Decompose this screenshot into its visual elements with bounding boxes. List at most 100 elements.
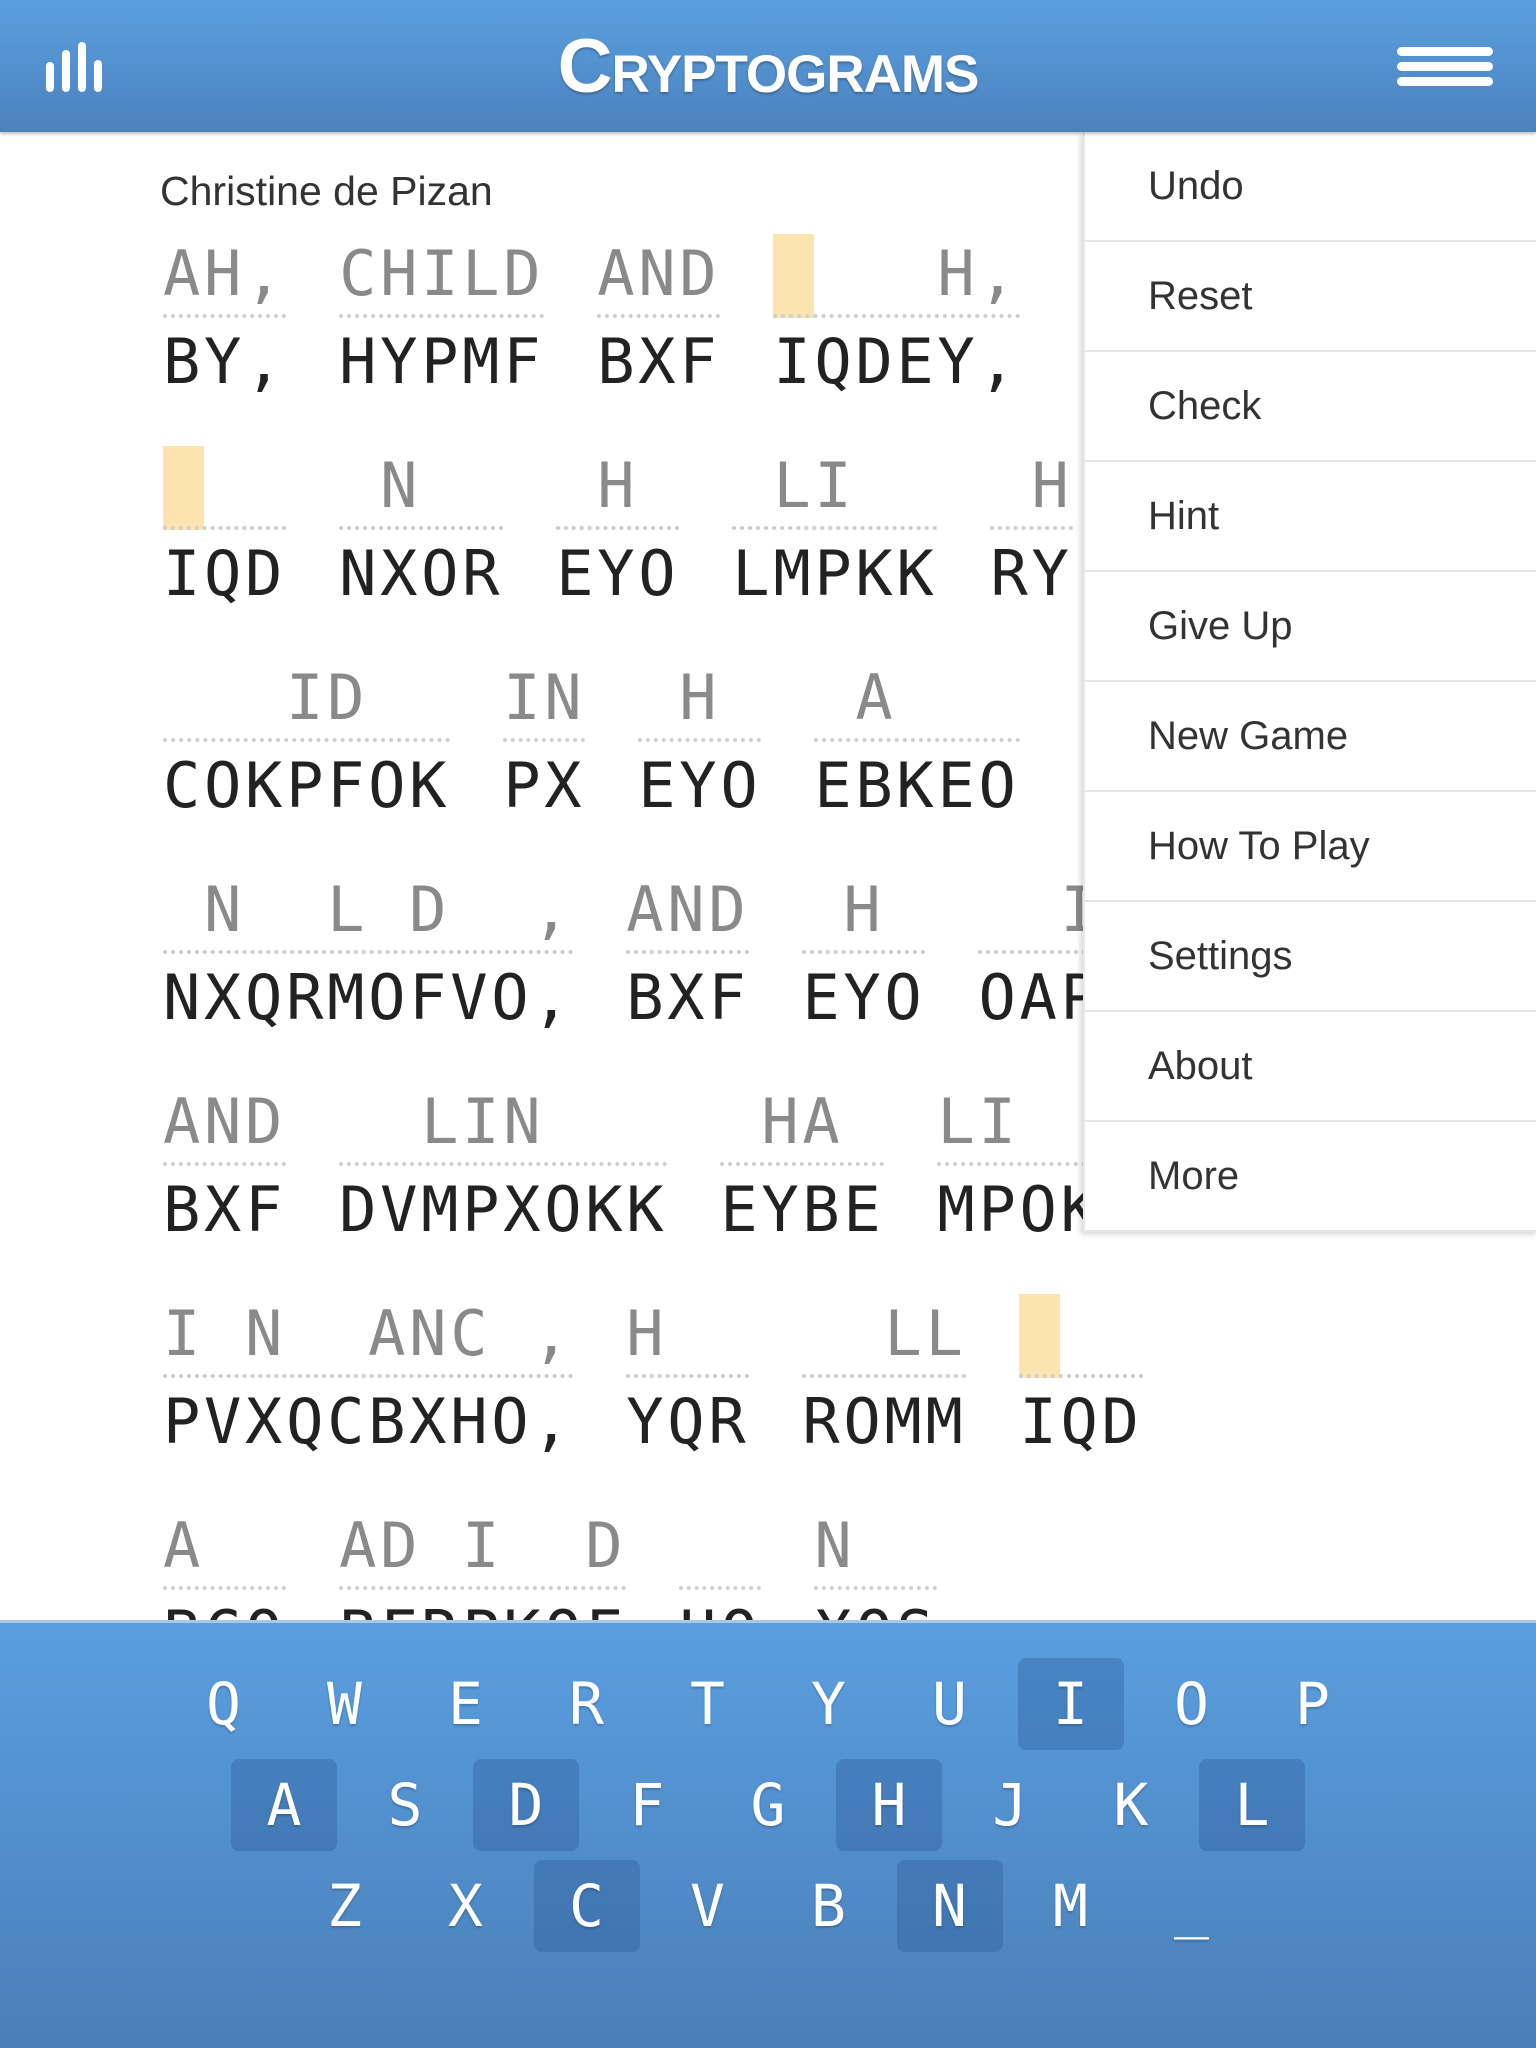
menu-item-undo[interactable]: Undo [1085,132,1536,242]
key-s[interactable]: S [345,1754,466,1855]
plain-guess-text[interactable]: H [802,870,926,954]
key-f[interactable]: F [587,1754,708,1855]
puzzle-word[interactable]: AND BXF [597,234,721,400]
menu-item-hint[interactable]: Hint [1085,462,1536,572]
plain-guess-text[interactable]: AH, [163,234,287,318]
key-n[interactable]: N [889,1855,1010,1956]
puzzle-word[interactable]: AND BXF [626,870,750,1036]
puzzle-word[interactable]: IN PX [503,658,586,824]
key-i[interactable]: I [1010,1653,1131,1754]
puzzle-word[interactable]: AND BXF [163,1082,287,1248]
plain-guess-text[interactable]: LI [732,446,938,530]
key-d[interactable]: D [466,1754,587,1855]
plain-guess-text[interactable]: N [814,1506,938,1590]
plain-guess-text[interactable]: AD I D [339,1506,627,1590]
key-label: I [1017,1657,1124,1750]
plain-guess-text[interactable]: H [626,1294,750,1378]
plain-guess-text[interactable] [1019,1294,1143,1378]
key-e[interactable]: E [405,1653,526,1754]
plain-guess-text[interactable]: AND [597,234,721,318]
puzzle-word[interactable]: H EYO [802,870,926,1036]
puzzle-word[interactable]: H YQR [626,1294,750,1460]
cipher-text: COKPFOK [163,749,451,822]
key-g[interactable]: G [708,1754,829,1855]
plain-guess-text[interactable]: LI [937,1082,1102,1166]
plain-guess-text[interactable]: H [990,446,1073,530]
plain-guess-text[interactable]: H, [773,234,1020,318]
key-u[interactable]: U [889,1653,1010,1754]
cipher-text: NXOR [339,537,504,610]
menu-item-reset[interactable]: Reset [1085,242,1536,352]
menu-item-check[interactable]: Check [1085,352,1536,462]
menu-item-give-up[interactable]: Give Up [1085,572,1536,682]
puzzle-word[interactable]: N XOS [814,1506,938,1620]
puzzle-word[interactable]: H EYO [638,658,762,824]
key-w[interactable]: W [284,1653,405,1754]
puzzle-word[interactable]: N L D , NXQRMOFVO, [163,870,574,1036]
puzzle-word[interactable]: ID COKPFOK [163,658,451,824]
key-o[interactable]: O [1131,1653,1252,1754]
puzzle-word[interactable]: N NXOR [339,446,504,612]
menu-item-new-game[interactable]: New Game [1085,682,1536,792]
key-p[interactable]: P [1252,1653,1373,1754]
key-l[interactable]: L [1192,1754,1313,1855]
plain-guess-text[interactable]: IN [503,658,586,742]
plain-guess-text[interactable] [163,446,287,530]
plain-guess-text[interactable]: N [339,446,504,530]
plain-guess-text[interactable]: A [163,1506,287,1590]
plain-guess-text[interactable]: AND [626,870,750,954]
key-r[interactable]: R [526,1653,647,1754]
puzzle-word[interactable]: CHILD HYPMF [339,234,545,400]
plain-guess-text[interactable]: H [638,658,762,742]
hamburger-menu-icon[interactable] [1397,47,1493,87]
key-label: S [387,1770,423,1839]
puzzle-word[interactable]: LL ROMM [802,1294,967,1460]
puzzle-word[interactable]: H RY [990,446,1073,612]
key-b[interactable]: B [768,1855,889,1956]
plain-guess-text[interactable] [679,1506,762,1590]
puzzle-word[interactable]: LI LMPKK [732,446,938,612]
menu-item-more[interactable]: More [1085,1122,1536,1232]
key-a[interactable]: A [224,1754,345,1855]
plain-guess-text[interactable]: HA [720,1082,885,1166]
key-q[interactable]: Q [163,1653,284,1754]
puzzle-word[interactable]: AD I D BFRPKOF [339,1506,627,1620]
puzzle-word[interactable]: H, IQDEY, [773,234,1020,400]
plain-guess-text[interactable]: LIN [339,1082,668,1166]
plain-guess-text[interactable]: A [814,658,1020,742]
app-header: Cryptograms [0,0,1536,132]
puzzle-word[interactable]: UO [679,1506,762,1620]
key-y[interactable]: Y [768,1653,889,1754]
puzzle-word[interactable]: A BCO [163,1506,287,1620]
menu-item-settings[interactable]: Settings [1085,902,1536,1012]
puzzle-word[interactable]: IQD [163,446,287,612]
puzzle-word[interactable]: LI MPOK [937,1082,1102,1248]
plain-guess-text[interactable]: CHILD [339,234,545,318]
puzzle-word[interactable]: AH, BY, [163,234,287,400]
puzzle-word[interactable]: HA EYBE [720,1082,885,1248]
puzzle-word[interactable]: LIN DVMPXOKK [339,1082,668,1248]
key-j[interactable]: J [950,1754,1071,1855]
key-c[interactable]: C [526,1855,647,1956]
key-t[interactable]: T [647,1653,768,1754]
plain-guess-text[interactable]: LL [802,1294,967,1378]
plain-guess-text[interactable]: ID [163,658,451,742]
plain-guess-text[interactable]: N L D , [163,870,574,954]
key-m[interactable]: M [1010,1855,1131,1956]
menu-item-about[interactable]: About [1085,1012,1536,1122]
key-blank[interactable]: _ [1131,1855,1252,1956]
cipher-text: EYBE [720,1173,885,1246]
puzzle-word[interactable]: I N ANC , PVXQCBXHO, [163,1294,574,1460]
key-h[interactable]: H [829,1754,950,1855]
puzzle-word[interactable]: IQD [1019,1294,1143,1460]
menu-item-how-to-play[interactable]: How To Play [1085,792,1536,902]
puzzle-word[interactable]: H EYO [556,446,680,612]
key-x[interactable]: X [405,1855,526,1956]
key-z[interactable]: Z [284,1855,405,1956]
puzzle-word[interactable]: A EBKEO [814,658,1020,824]
key-k[interactable]: K [1071,1754,1192,1855]
key-v[interactable]: V [647,1855,768,1956]
plain-guess-text[interactable]: H [556,446,680,530]
plain-guess-text[interactable]: AND [163,1082,287,1166]
plain-guess-text[interactable]: I N ANC , [163,1294,574,1378]
